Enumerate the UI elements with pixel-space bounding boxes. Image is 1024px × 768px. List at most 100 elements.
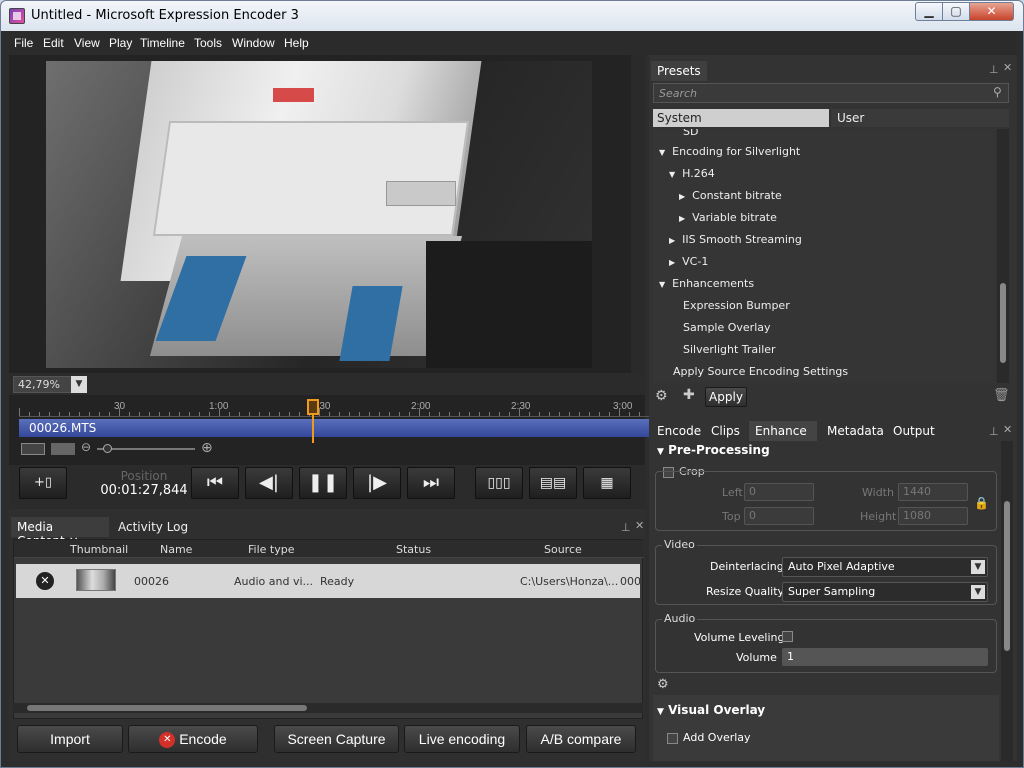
- pin-icon[interactable]: ⊥: [989, 63, 999, 76]
- tree-item[interactable]: ▶ Constant bitrate: [679, 189, 782, 202]
- media-horizontal-scrollbar[interactable]: [13, 703, 643, 713]
- presets-search-input[interactable]: Search: [653, 83, 1009, 103]
- close-icon[interactable]: ✕: [635, 519, 644, 532]
- close-icon[interactable]: ✕: [1003, 61, 1012, 74]
- clip-bar[interactable]: 00026.MTS: [19, 419, 649, 437]
- volume-input[interactable]: 1: [782, 648, 988, 666]
- apply-button[interactable]: Apply: [705, 387, 747, 407]
- enhance-scrollbar[interactable]: [1001, 441, 1013, 761]
- close-icon[interactable]: ✕: [1003, 423, 1012, 436]
- tree-item[interactable]: SD: [683, 129, 698, 138]
- close-button[interactable]: ✕: [969, 2, 1014, 21]
- live-encoding-button[interactable]: Live encoding: [404, 725, 520, 753]
- tab-media-content[interactable]: Media Content ×: [11, 517, 109, 548]
- tab-user[interactable]: User: [831, 109, 1009, 127]
- column-file-type[interactable]: File type: [248, 543, 294, 556]
- zoom-out-icon[interactable]: ⊖: [81, 440, 91, 454]
- column-source[interactable]: Source: [544, 543, 582, 556]
- next-frame-button[interactable]: |▶: [353, 467, 401, 499]
- minimize-button[interactable]: ▁: [915, 2, 943, 21]
- collapse-arrow-icon[interactable]: ▼: [657, 707, 664, 717]
- film-view-icon[interactable]: ▦: [583, 467, 631, 499]
- pin-icon[interactable]: ⊥: [621, 521, 631, 534]
- lock-icon[interactable]: 🔒: [974, 496, 989, 510]
- menu-tools[interactable]: Tools: [194, 36, 222, 50]
- previous-frame-button[interactable]: ◀|: [245, 467, 293, 499]
- add-icon[interactable]: ✚: [683, 387, 695, 403]
- deinterlacing-select[interactable]: Auto Pixel Adaptive ▼: [782, 557, 988, 577]
- tab-metadata[interactable]: Metadata: [821, 421, 884, 441]
- add-marker-button[interactable]: +▯: [19, 467, 67, 499]
- expand-arrow-icon[interactable]: ▼: [659, 280, 665, 289]
- chevron-down-icon[interactable]: ▼: [971, 560, 985, 574]
- tree-item[interactable]: ▼ Enhancements: [659, 277, 754, 290]
- tab-encode[interactable]: Encode: [651, 421, 701, 441]
- zoom-in-icon[interactable]: ⊕: [201, 440, 213, 456]
- tree-item[interactable]: ▼ H.264: [669, 167, 715, 180]
- zoom-dropdown-arrow[interactable]: ▼: [71, 376, 87, 393]
- timeline-ruler[interactable]: 30 1:00 1:30 2:00 2:30 3:00: [19, 399, 650, 417]
- resize-quality-select[interactable]: Super Sampling ▼: [782, 582, 988, 602]
- menu-timeline[interactable]: Timeline: [140, 36, 185, 50]
- collapse-arrow-icon[interactable]: ▼: [657, 447, 664, 457]
- tree-item[interactable]: Silverlight Trailer: [683, 343, 776, 356]
- screen-capture-button[interactable]: Screen Capture: [274, 725, 399, 753]
- volume-leveling-checkbox[interactable]: [782, 631, 793, 642]
- go-to-start-button[interactable]: ⏮: [191, 467, 239, 499]
- import-button[interactable]: Import: [17, 725, 123, 753]
- expand-arrow-icon[interactable]: ▶: [679, 192, 685, 201]
- menu-help[interactable]: Help: [284, 36, 309, 50]
- pause-button[interactable]: ❚❚: [299, 467, 347, 499]
- menu-play[interactable]: Play: [109, 36, 132, 50]
- filmstrip-view-icon[interactable]: ▤▤: [529, 467, 577, 499]
- media-row[interactable]: ✕ 00026 Audio and vi... Ready C:\Users\H…: [16, 564, 641, 598]
- width-input[interactable]: 1440: [898, 483, 968, 501]
- pre-processing-header[interactable]: ▼ Pre-Processing: [657, 443, 770, 457]
- column-thumbnail[interactable]: Thumbnail: [70, 543, 128, 556]
- height-input[interactable]: 1080: [898, 507, 968, 525]
- tree-item[interactable]: ▶ IIS Smooth Streaming: [669, 233, 802, 246]
- presets-scrollbar[interactable]: [997, 129, 1009, 383]
- pin-icon[interactable]: ⊥: [989, 425, 999, 438]
- top-input[interactable]: 0: [744, 507, 814, 525]
- remove-item-icon[interactable]: ✕: [36, 572, 54, 590]
- film-strip-icon[interactable]: [21, 443, 45, 455]
- menu-edit[interactable]: Edit: [43, 36, 64, 50]
- slider-thumb[interactable]: [103, 444, 112, 453]
- visual-overlay-header[interactable]: ▼ Visual Overlay: [657, 703, 765, 717]
- tree-item[interactable]: Sample Overlay: [683, 321, 771, 334]
- search-icon[interactable]: ⚲: [993, 85, 1002, 99]
- menu-view[interactable]: View: [74, 36, 100, 50]
- tab-clips[interactable]: Clips: [705, 421, 745, 441]
- menu-file[interactable]: File: [14, 36, 33, 50]
- tree-item[interactable]: ▶ Variable bitrate: [679, 211, 777, 224]
- tree-item[interactable]: ▼ Encoding for Silverlight: [659, 145, 800, 158]
- gear-icon[interactable]: ⚙: [657, 677, 669, 692]
- ab-compare-button[interactable]: A/B compare: [526, 725, 636, 753]
- encode-button[interactable]: ✕ Encode: [128, 725, 258, 753]
- maximize-button[interactable]: ▢: [942, 2, 970, 21]
- expand-arrow-icon[interactable]: ▶: [669, 236, 675, 245]
- expand-arrow-icon[interactable]: ▶: [669, 258, 675, 267]
- zoom-level-field[interactable]: 42,79%: [13, 376, 75, 393]
- trash-icon[interactable]: 🗑: [993, 388, 1010, 403]
- expand-arrow-icon[interactable]: ▼: [669, 170, 675, 179]
- column-status[interactable]: Status: [396, 543, 431, 556]
- tab-system[interactable]: System: [653, 109, 829, 127]
- split-view-icon[interactable]: ▯▯▯: [475, 467, 523, 499]
- expand-arrow-icon[interactable]: ▼: [659, 148, 665, 157]
- tab-output[interactable]: Output: [887, 421, 937, 441]
- gear-icon[interactable]: ⚙: [655, 388, 668, 404]
- menu-window[interactable]: Window: [232, 36, 275, 50]
- go-to-end-button[interactable]: ⏭: [407, 467, 455, 499]
- add-overlay-checkbox[interactable]: [667, 733, 678, 744]
- expand-arrow-icon[interactable]: ▶: [679, 214, 685, 223]
- left-input[interactable]: 0: [744, 483, 814, 501]
- chevron-down-icon[interactable]: ▼: [971, 585, 985, 599]
- column-name[interactable]: Name: [160, 543, 192, 556]
- tab-activity-log[interactable]: Activity Log: [112, 517, 202, 537]
- playhead[interactable]: [307, 399, 319, 443]
- tree-item[interactable]: ▶ VC-1: [669, 255, 708, 268]
- tab-enhance[interactable]: Enhance ✕: [749, 421, 817, 452]
- preview-vertical-scrollbar[interactable]: [631, 55, 645, 373]
